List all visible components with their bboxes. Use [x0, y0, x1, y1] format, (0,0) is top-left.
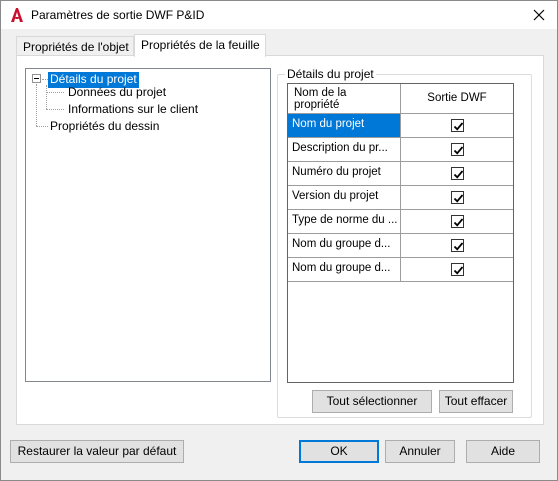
table-row[interactable]: Version du projet — [288, 186, 513, 210]
tab-sheet-properties[interactable]: Propriétés de la feuille — [134, 34, 266, 57]
table-row[interactable]: Nom du projet — [288, 114, 513, 138]
close-icon[interactable] — [529, 5, 549, 25]
group-title: Détails du projet — [285, 67, 376, 81]
property-name-cell[interactable]: Description du pr... — [288, 138, 401, 161]
clear-all-button[interactable]: Tout effacer — [439, 390, 513, 413]
title-bar: Paramètres de sortie DWF P&ID — [1, 1, 557, 29]
property-name-cell[interactable]: Type de norme du ... — [288, 210, 401, 233]
dialog-window: Paramètres de sortie DWF P&ID Propriétés… — [0, 0, 558, 481]
help-button[interactable]: Aide — [466, 440, 540, 463]
autocad-a-icon — [11, 8, 23, 22]
table-row[interactable]: Numéro du projet — [288, 162, 513, 186]
checkmark-icon — [453, 242, 464, 251]
dwf-output-cell — [401, 138, 513, 161]
tree-node-client-info[interactable]: Informations sur le client — [68, 102, 198, 118]
dwf-output-cell — [401, 234, 513, 257]
cancel-button[interactable]: Annuler — [385, 440, 455, 463]
dwf-output-cell — [401, 162, 513, 185]
dwf-output-checkbox[interactable] — [451, 191, 464, 204]
tab-object-properties[interactable]: Propriétés de l'objet — [16, 36, 134, 56]
checkmark-icon — [453, 194, 464, 203]
property-name-cell[interactable]: Nom du groupe d... — [288, 234, 401, 257]
dwf-output-checkbox[interactable] — [451, 167, 464, 180]
column-header-property-name[interactable]: Nom de la propriété — [288, 84, 401, 114]
checkmark-icon — [453, 266, 464, 275]
property-name-cell[interactable]: Nom du projet — [288, 114, 401, 137]
dwf-output-checkbox[interactable] — [451, 215, 464, 228]
property-name-cell[interactable]: Numéro du projet — [288, 162, 401, 185]
tab-panel: Détails du projet Données du projet Info… — [16, 55, 544, 425]
restore-defaults-button[interactable]: Restaurer la valeur par défaut — [10, 440, 184, 463]
dwf-output-cell — [401, 258, 513, 281]
properties-grid[interactable]: Nom de la propriété Sortie DWF Nom du pr… — [287, 83, 514, 383]
dwf-output-checkbox[interactable] — [451, 239, 464, 252]
dwf-output-cell — [401, 186, 513, 209]
dwf-output-checkbox[interactable] — [451, 119, 464, 132]
grid-header: Nom de la propriété Sortie DWF — [288, 84, 513, 114]
dwf-output-checkbox[interactable] — [451, 143, 464, 156]
dwf-output-cell — [401, 210, 513, 233]
checkmark-icon — [453, 170, 464, 179]
table-row[interactable]: Description du pr... — [288, 138, 513, 162]
table-row[interactable]: Type de norme du ... — [288, 210, 513, 234]
tree-node-project-data[interactable]: Données du projet — [68, 85, 166, 101]
table-row[interactable]: Nom du groupe d... — [288, 234, 513, 258]
table-row[interactable]: Nom du groupe d... — [288, 258, 513, 282]
window-title: Paramètres de sortie DWF P&ID — [31, 8, 205, 22]
property-name-cell[interactable]: Nom du groupe d... — [288, 258, 401, 281]
select-all-button[interactable]: Tout sélectionner — [312, 390, 432, 413]
checkmark-icon — [453, 122, 464, 131]
dwf-output-cell — [401, 114, 513, 137]
collapse-icon[interactable] — [32, 74, 41, 83]
property-tree[interactable]: Détails du projet Données du projet Info… — [25, 68, 271, 382]
tree-node-drawing-properties[interactable]: Propriétés du dessin — [50, 119, 159, 135]
ok-button[interactable]: OK — [299, 440, 379, 463]
column-header-line: propriété — [294, 99, 340, 111]
column-header-line: Nom de la — [294, 87, 347, 99]
column-header-dwf-output[interactable]: Sortie DWF — [401, 84, 513, 114]
checkmark-icon — [453, 218, 464, 227]
checkmark-icon — [453, 146, 464, 155]
dwf-output-checkbox[interactable] — [451, 263, 464, 276]
property-name-cell[interactable]: Version du projet — [288, 186, 401, 209]
